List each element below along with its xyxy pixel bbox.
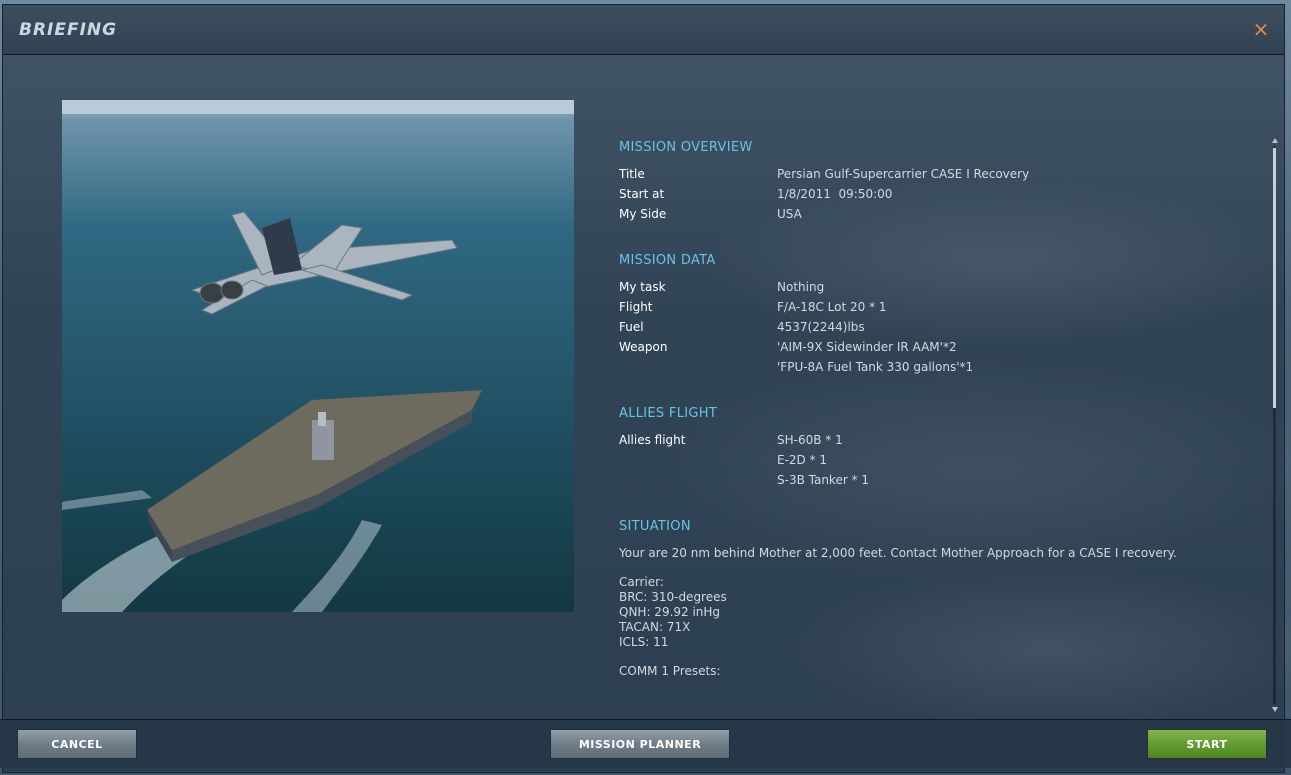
mission-planner-button[interactable]: MISSION PLANNER (550, 729, 730, 759)
row-label: Flight (619, 300, 653, 314)
row-value: Nothing (777, 280, 825, 294)
scroll-thumb[interactable] (1273, 148, 1276, 408)
close-icon[interactable]: × (1250, 18, 1272, 40)
ally-item: E-2D * 1 (777, 453, 828, 467)
ally-item: SH-60B * 1 (777, 433, 843, 447)
row-label: My Side (619, 207, 667, 221)
carrier-line: TACAN: 71X (619, 620, 691, 634)
situation-intro: Your are 20 nm behind Mother at 2,000 fe… (619, 546, 1177, 560)
allies-row: Allies flight SH-60B * 1 E-2D * 1 S-3B T… (619, 433, 1264, 493)
weapon-item: 'FPU-8A Fuel Tank 330 gallons'*1 (777, 360, 974, 374)
window-title: BRIEFING (19, 20, 118, 40)
ally-item: S-3B Tanker * 1 (777, 473, 870, 487)
data-row-fuel: Fuel 4537(2244)lbs (619, 320, 1264, 340)
carrier-info: Carrier: BRC: 310-degrees QNH: 29.92 inH… (619, 575, 1264, 650)
overview-row-side: My Side USA (619, 207, 1264, 227)
row-value: 4537(2244)lbs (777, 320, 865, 334)
carrier-line: BRC: 310-degrees (619, 590, 727, 604)
start-button[interactable]: START (1147, 729, 1267, 759)
row-label: My task (619, 280, 666, 294)
mission-data-section: MISSION DATA My task Nothing Flight F/A-… (619, 253, 1264, 380)
briefing-content[interactable]: MISSION OVERVIEW Title Persian Gulf-Supe… (619, 140, 1264, 712)
scroll-up-arrow-icon[interactable] (1272, 138, 1278, 143)
mission-data-heading: MISSION DATA (619, 253, 716, 268)
allies-list: SH-60B * 1 E-2D * 1 S-3B Tanker * 1 (777, 433, 869, 493)
allies-flight-heading: ALLIES FLIGHT (619, 406, 718, 421)
comm-presets: COMM 1 Presets: (619, 664, 721, 678)
row-value: Persian Gulf-Supercarrier CASE I Recover… (777, 167, 1030, 181)
row-label: Title (619, 167, 645, 181)
row-label: Fuel (619, 320, 644, 334)
row-value: USA (777, 207, 802, 221)
data-row-task: My task Nothing (619, 280, 1264, 300)
overview-row-start: Start at 1/8/2011 09:50:00 (619, 187, 1264, 207)
weapon-item: 'AIM-9X Sidewinder IR AAM'*2 (777, 340, 957, 354)
content-scrollbar[interactable] (1270, 138, 1280, 712)
mission-preview-image (62, 100, 574, 612)
data-row-weapon: Weapon 'AIM-9X Sidewinder IR AAM'*2 'FPU… (619, 340, 1264, 380)
carrier-line: Carrier: (619, 575, 664, 589)
row-value: F/A-18C Lot 20 * 1 (777, 300, 887, 314)
cancel-button[interactable]: CANCEL (17, 729, 137, 759)
row-label: Start at (619, 187, 665, 201)
overview-row-title: Title Persian Gulf-Supercarrier CASE I R… (619, 167, 1264, 187)
row-label: Weapon (619, 340, 668, 354)
situation-text: Your are 20 nm behind Mother at 2,000 fe… (619, 546, 1264, 679)
carrier-line: QNH: 29.92 inHg (619, 605, 721, 619)
carrier-line: ICLS: 11 (619, 635, 669, 649)
situation-section: SITUATION Your are 20 nm behind Mother a… (619, 519, 1264, 679)
row-value: 1/8/2011 09:50:00 (777, 187, 893, 201)
data-row-flight: Flight F/A-18C Lot 20 * 1 (619, 300, 1264, 320)
scroll-down-arrow-icon[interactable] (1272, 707, 1278, 712)
mission-overview-section: MISSION OVERVIEW Title Persian Gulf-Supe… (619, 140, 1264, 227)
footer-bar: CANCEL MISSION PLANNER START (0, 719, 1291, 768)
mission-preview-illustration (62, 100, 574, 612)
weapon-list: 'AIM-9X Sidewinder IR AAM'*2 'FPU-8A Fue… (777, 340, 973, 380)
title-bar: BRIEFING × (3, 5, 1284, 55)
situation-heading: SITUATION (619, 519, 691, 534)
allies-flight-section: ALLIES FLIGHT Allies flight SH-60B * 1 E… (619, 406, 1264, 493)
mission-overview-heading: MISSION OVERVIEW (619, 140, 753, 155)
row-label: Allies flight (619, 433, 686, 447)
